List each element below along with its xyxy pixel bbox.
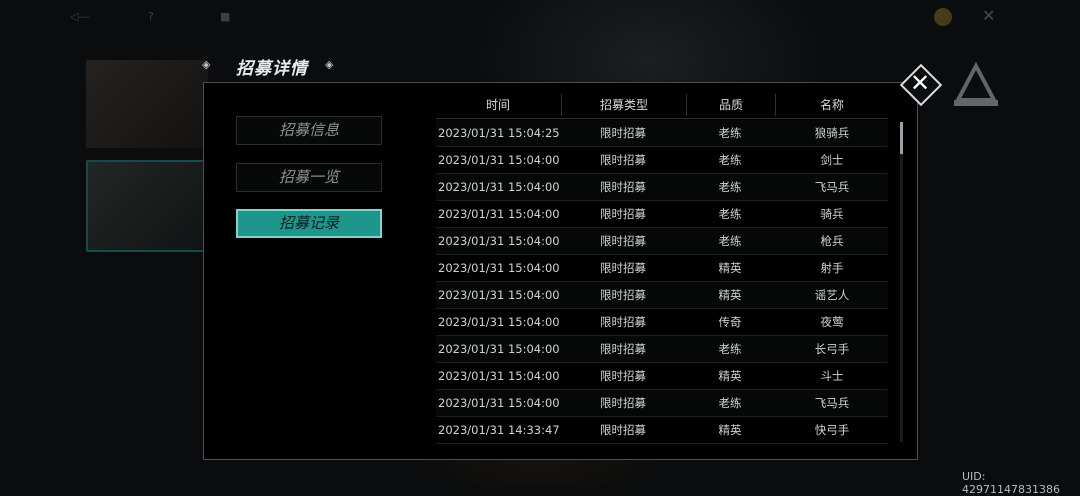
table-row: 2023/01/31 15:04:00 限时招募 精英 斗士 [436,363,888,390]
cell-recruit-type: 限时招募 [600,288,646,302]
background-banner-card [86,60,208,148]
cell-recruit-type: 限时招募 [600,234,646,248]
cell-time: 2023/01/31 15:04:00 [438,153,560,167]
table-row: 2023/01/31 14:33:47 限时招募 精英 快弓手 [436,417,888,444]
table-row: 2023/01/31 15:04:00 限时招募 老练 长弓手 [436,336,888,363]
cell-quality: 老练 [718,396,742,410]
close-button[interactable]: ✕ [899,63,943,107]
cell-recruit-type: 限时招募 [600,315,646,329]
cell-recruit-type: 限时招募 [600,180,646,194]
scrollbar-thumb[interactable] [900,122,903,154]
cell-recruit-type: 限时招募 [600,153,646,167]
cell-unit-name: 长弓手 [814,342,850,356]
cell-time: 2023/01/31 15:04:00 [438,396,560,410]
column-header-name: 名称 [819,98,844,112]
uid-label: UID: 42971147831386 [962,470,1060,496]
cell-unit-name: 夜莺 [820,315,844,329]
cell-quality: 老练 [718,207,742,221]
nav-recruit-record[interactable]: 招募记录 [236,209,382,238]
cell-time: 2023/01/31 15:04:00 [438,234,560,248]
cell-unit-name: 斗士 [820,369,844,383]
table-row: 2023/01/31 15:04:00 限时招募 精英 谣艺人 [436,282,888,309]
record-list[interactable]: 2023/01/31 15:04:25 限时招募 老练 狼骑兵 2023/01/31 1… [436,120,888,444]
cell-unit-name: 狼骑兵 [814,126,850,140]
background-banner-card-selected [86,160,212,252]
cell-recruit-type: 限时招募 [600,261,646,275]
cell-quality: 精英 [718,261,742,275]
page-title: 招募详情 [236,59,308,79]
table-row: 2023/01/31 15:04:00 限时招募 精英 射手 [436,255,888,282]
back-icon: ◁— [70,10,90,23]
background-emblem-icon [954,62,998,106]
cell-unit-name: 骑兵 [820,207,844,221]
table-row: 2023/01/31 15:04:00 限时招募 老练 飞马兵 [436,390,888,417]
cell-time: 2023/01/31 15:04:00 [438,261,560,275]
cell-time: 2023/01/31 15:04:00 [438,288,560,302]
bag-icon: ■ [220,10,231,23]
coin-icon [934,8,952,26]
cell-quality: 精英 [718,423,742,437]
column-header-time: 时间 [485,98,510,112]
table-header: 时间 招募类型 品质 名称 [436,92,888,118]
cell-recruit-type: 限时招募 [600,342,646,356]
cell-quality: 老练 [718,153,742,167]
help-icon: ? [148,10,154,23]
cell-quality: 老练 [718,180,742,194]
cell-unit-name: 快弓手 [814,423,850,437]
nav-recruit-overview[interactable]: 招募一览 [236,163,382,192]
nav-recruit-info[interactable]: 招募信息 [236,116,382,145]
cell-quality: 精英 [718,288,742,302]
table-row: 2023/01/31 15:04:00 限时招募 老练 剑士 [436,147,888,174]
cell-unit-name: 谣艺人 [814,288,850,302]
cell-unit-name: 枪兵 [820,234,844,248]
cell-unit-name: 飞马兵 [814,180,850,194]
close-icon: ✕ [909,69,931,97]
cell-unit-name: 剑士 [820,153,844,167]
table-row: 2023/01/31 15:04:00 限时招募 老练 骑兵 [436,201,888,228]
column-header-type: 招募类型 [599,98,648,112]
cell-recruit-type: 限时招募 [600,126,646,140]
table-row: 2023/01/31 15:04:00 限时招募 老练 枪兵 [436,228,888,255]
cell-quality: 老练 [718,126,742,140]
scrollbar-track[interactable] [900,122,903,442]
cell-quality: 老练 [718,234,742,248]
cell-recruit-type: 限时招募 [600,207,646,221]
cell-time: 2023/01/31 14:33:47 [438,423,560,437]
header-divider [436,118,888,119]
table-row: 2023/01/31 15:04:00 限时招募 传奇 夜莺 [436,309,888,336]
cell-quality: 精英 [718,369,742,383]
cell-time: 2023/01/31 15:04:00 [438,180,560,194]
background-close-icon: ✕ [982,6,996,25]
arrow-right-icon[interactable]: ◈ [325,58,333,71]
cell-recruit-type: 限时招募 [600,369,646,383]
cell-unit-name: 射手 [820,261,844,275]
arrow-left-icon[interactable]: ◈ [202,58,210,71]
cell-quality: 传奇 [718,315,742,329]
cell-recruit-type: 限时招募 [600,423,646,437]
column-header-quality: 品质 [718,98,743,112]
cell-time: 2023/01/31 15:04:00 [438,315,560,329]
cell-time: 2023/01/31 15:04:00 [438,207,560,221]
table-row: 2023/01/31 15:04:25 限时招募 老练 狼骑兵 [436,120,888,147]
cell-time: 2023/01/31 15:04:00 [438,369,560,383]
cell-time: 2023/01/31 15:04:00 [438,342,560,356]
cell-recruit-type: 限时招募 [600,396,646,410]
cell-quality: 老练 [718,342,742,356]
background-topbar: ◁— ? ■ [60,6,310,30]
cell-unit-name: 飞马兵 [814,396,850,410]
table-row: 2023/01/31 15:04:00 限时招募 老练 飞马兵 [436,174,888,201]
cell-time: 2023/01/31 15:04:25 [438,126,560,140]
